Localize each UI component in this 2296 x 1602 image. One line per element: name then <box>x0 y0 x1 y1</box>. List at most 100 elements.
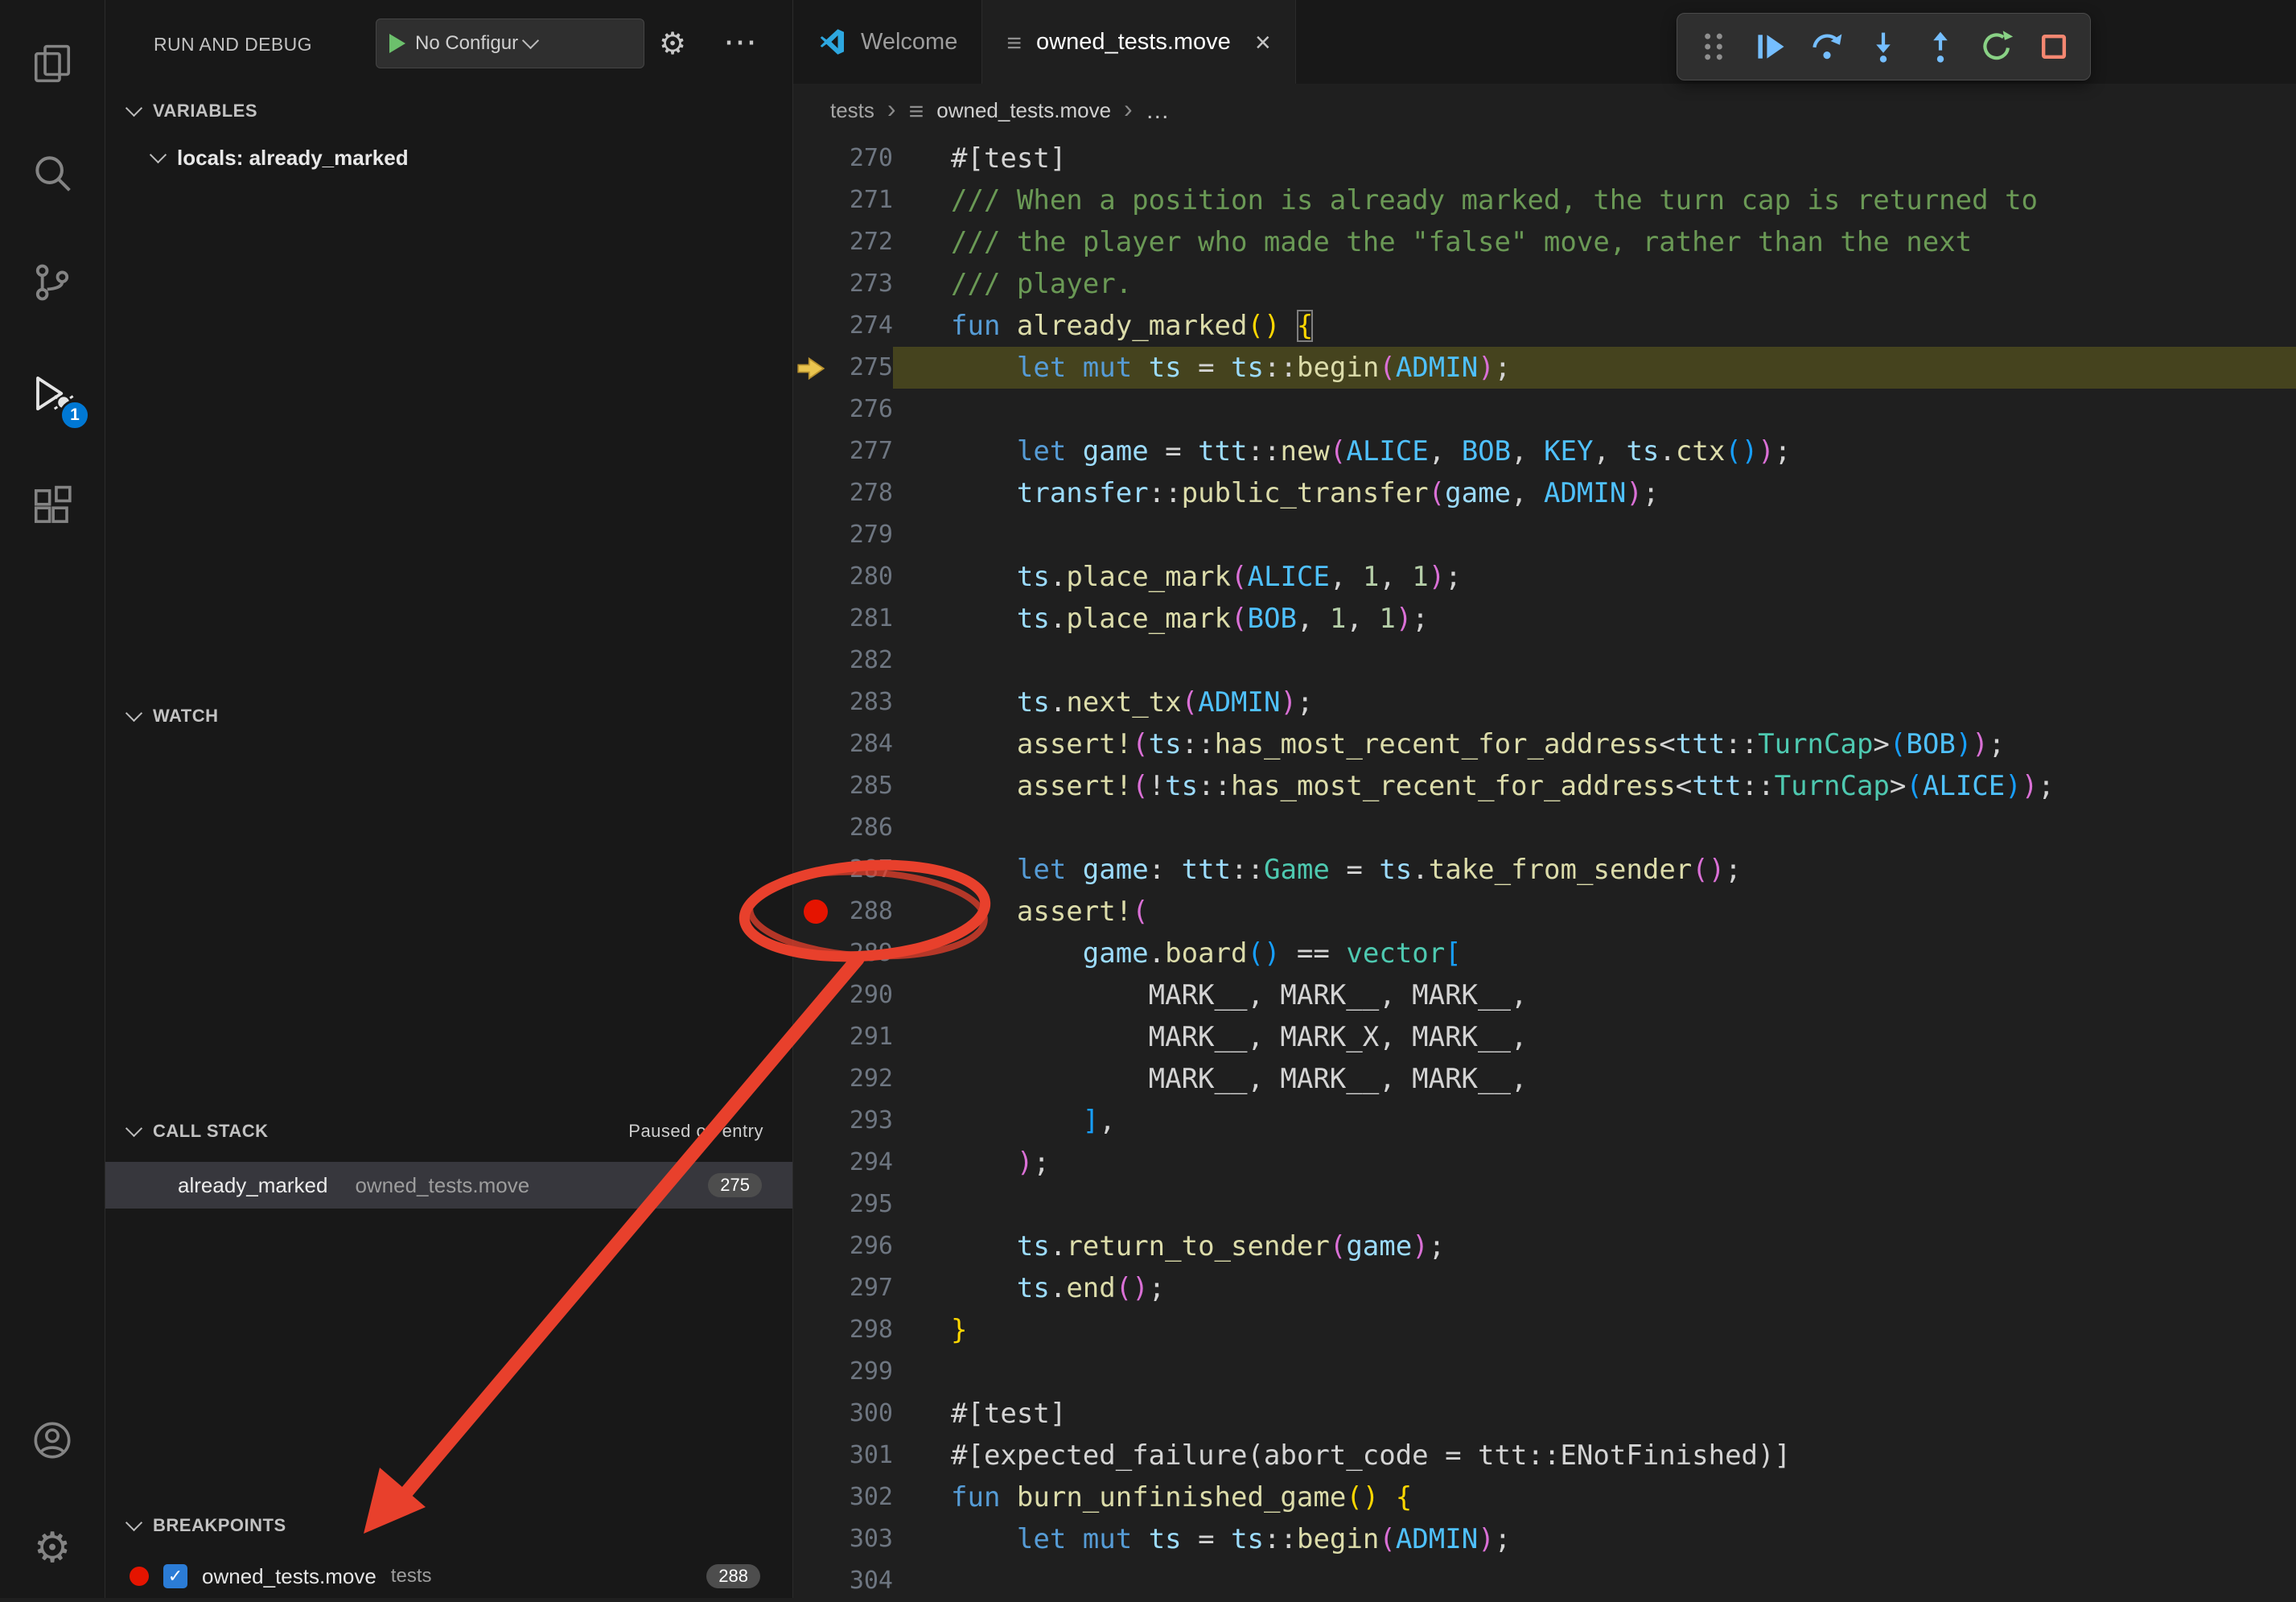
gutter[interactable] <box>793 1560 830 1602</box>
gutter[interactable] <box>793 723 830 765</box>
code-text[interactable] <box>893 807 2296 849</box>
more-actions-icon[interactable]: ⋯ <box>723 0 757 89</box>
code-line-293[interactable]: 293 ], <box>793 1100 2296 1142</box>
gutter[interactable] <box>793 849 830 891</box>
close-tab-icon[interactable]: × <box>1255 29 1271 56</box>
current-line-arrow-icon[interactable] <box>793 347 830 389</box>
gutter[interactable] <box>793 389 830 430</box>
code-line-281[interactable]: 281 ts.place_mark(BOB, 1, 1); <box>793 598 2296 640</box>
stop-icon[interactable] <box>2036 29 2072 64</box>
code-line-274[interactable]: 274fun already_marked() { <box>793 305 2296 347</box>
code-text[interactable]: #[test] <box>893 138 2296 179</box>
breakpoint-gutter-dot[interactable] <box>793 891 830 933</box>
code-text[interactable]: ts.place_mark(ALICE, 1, 1); <box>893 556 2296 598</box>
code-line-301[interactable]: 301#[expected_failure(abort_code = ttt::… <box>793 1435 2296 1476</box>
gutter[interactable] <box>793 1142 830 1184</box>
code-text[interactable]: } <box>893 1309 2296 1351</box>
code-line-277[interactable]: 277 let game = ttt::new(ALICE, BOB, KEY,… <box>793 430 2296 472</box>
code-text[interactable]: ts.place_mark(BOB, 1, 1); <box>893 598 2296 640</box>
code-text[interactable]: /// the player who made the "false" move… <box>893 221 2296 263</box>
code-line-288[interactable]: 288 assert!( <box>793 891 2296 933</box>
call-stack-section-header[interactable]: CALL STACK Paused on entry <box>105 1109 792 1154</box>
gutter[interactable] <box>793 514 830 556</box>
code-line-282[interactable]: 282 <box>793 640 2296 682</box>
gutter[interactable] <box>793 974 830 1016</box>
code-line-294[interactable]: 294 ); <box>793 1142 2296 1184</box>
toolbar-gripper-icon[interactable] <box>1696 29 1731 64</box>
code-text[interactable]: ); <box>893 1142 2296 1184</box>
breadcrumb-more[interactable]: … <box>1146 97 1170 125</box>
code-text[interactable]: transfer::public_transfer(game, ADMIN); <box>893 472 2296 514</box>
step-into-icon[interactable] <box>1866 29 1901 64</box>
code-text[interactable]: ts.return_to_sender(game); <box>893 1225 2296 1267</box>
code-text[interactable] <box>893 1351 2296 1393</box>
call-stack-frame-row[interactable]: already_marked owned_tests.move 275 <box>105 1162 792 1209</box>
gutter[interactable] <box>793 1393 830 1435</box>
gutter[interactable] <box>793 640 830 682</box>
code-text[interactable]: let mut ts = ts::begin(ADMIN); <box>893 347 2296 389</box>
breakpoints-section-header[interactable]: BREAKPOINTS <box>105 1503 792 1548</box>
debug-config-dropdown[interactable]: No Configur <box>376 19 644 68</box>
code-text[interactable]: fun already_marked() { <box>893 305 2296 347</box>
gutter[interactable] <box>793 1476 830 1518</box>
gutter[interactable] <box>793 1225 830 1267</box>
gutter[interactable] <box>793 1016 830 1058</box>
code-text[interactable]: MARK__, MARK__, MARK__, <box>893 974 2296 1016</box>
gutter[interactable] <box>793 221 830 263</box>
search-icon[interactable] <box>31 151 74 195</box>
code-text[interactable]: assert!(ts::has_most_recent_for_address<… <box>893 723 2296 765</box>
gutter[interactable] <box>793 1100 830 1142</box>
gutter[interactable] <box>793 305 830 347</box>
code-line-300[interactable]: 300#[test] <box>793 1393 2296 1435</box>
gutter[interactable] <box>793 1351 830 1393</box>
step-out-icon[interactable] <box>1923 29 1958 64</box>
code-text[interactable]: assert!( <box>893 891 2296 933</box>
gutter[interactable] <box>793 807 830 849</box>
code-text[interactable]: ts.end(); <box>893 1267 2296 1309</box>
code-line-303[interactable]: 303 let mut ts = ts::begin(ADMIN); <box>793 1518 2296 1560</box>
gutter[interactable] <box>793 598 830 640</box>
code-text[interactable] <box>893 389 2296 430</box>
code-line-291[interactable]: 291 MARK__, MARK_X, MARK__, <box>793 1016 2296 1058</box>
extensions-icon[interactable] <box>31 484 74 528</box>
gutter[interactable] <box>793 1058 830 1100</box>
code-text[interactable]: assert!(!ts::has_most_recent_for_address… <box>893 765 2296 807</box>
gutter[interactable] <box>793 556 830 598</box>
breakpoint-checkbox[interactable]: ✓ <box>163 1564 187 1588</box>
code-line-276[interactable]: 276 <box>793 389 2296 430</box>
tab-owned-tests[interactable]: ≡ owned_tests.move × <box>982 0 1295 84</box>
code-line-279[interactable]: 279 <box>793 514 2296 556</box>
code-text[interactable]: ], <box>893 1100 2296 1142</box>
code-line-285[interactable]: 285 assert!(!ts::has_most_recent_for_add… <box>793 765 2296 807</box>
code-line-286[interactable]: 286 <box>793 807 2296 849</box>
debug-settings-gear-icon[interactable]: ⚙ <box>659 0 686 89</box>
continue-icon[interactable] <box>1753 29 1788 64</box>
code-line-283[interactable]: 283 ts.next_tx(ADMIN); <box>793 682 2296 723</box>
gutter[interactable] <box>793 1435 830 1476</box>
code-text[interactable]: ts.next_tx(ADMIN); <box>893 682 2296 723</box>
code-area[interactable]: 270#[test]271/// When a position is alre… <box>793 138 2296 1598</box>
gutter[interactable] <box>793 1518 830 1560</box>
breadcrumb-file[interactable]: owned_tests.move <box>936 98 1111 123</box>
variables-section-header[interactable]: VARIABLES <box>105 89 792 134</box>
gutter[interactable] <box>793 263 830 305</box>
variables-locals-row[interactable]: locals: already_marked <box>105 135 792 180</box>
code-text[interactable]: /// When a position is already marked, t… <box>893 179 2296 221</box>
code-line-280[interactable]: 280 ts.place_mark(ALICE, 1, 1); <box>793 556 2296 598</box>
step-over-icon[interactable] <box>1809 29 1845 64</box>
code-line-275[interactable]: 275 let mut ts = ts::begin(ADMIN); <box>793 347 2296 389</box>
gutter[interactable] <box>793 765 830 807</box>
code-line-289[interactable]: 289 game.board() == vector[ <box>793 933 2296 974</box>
gutter[interactable] <box>793 1267 830 1309</box>
code-line-299[interactable]: 299 <box>793 1351 2296 1393</box>
code-text[interactable]: let mut ts = ts::begin(ADMIN); <box>893 1518 2296 1560</box>
code-text[interactable]: let game: ttt::Game = ts.take_from_sende… <box>893 849 2296 891</box>
code-text[interactable]: #[test] <box>893 1393 2296 1435</box>
gutter[interactable] <box>793 472 830 514</box>
gutter[interactable] <box>793 430 830 472</box>
breadcrumb-dir[interactable]: tests <box>830 98 874 123</box>
code-line-302[interactable]: 302fun burn_unfinished_game() { <box>793 1476 2296 1518</box>
code-text[interactable] <box>893 1184 2296 1225</box>
code-line-296[interactable]: 296 ts.return_to_sender(game); <box>793 1225 2296 1267</box>
code-text[interactable]: /// player. <box>893 263 2296 305</box>
